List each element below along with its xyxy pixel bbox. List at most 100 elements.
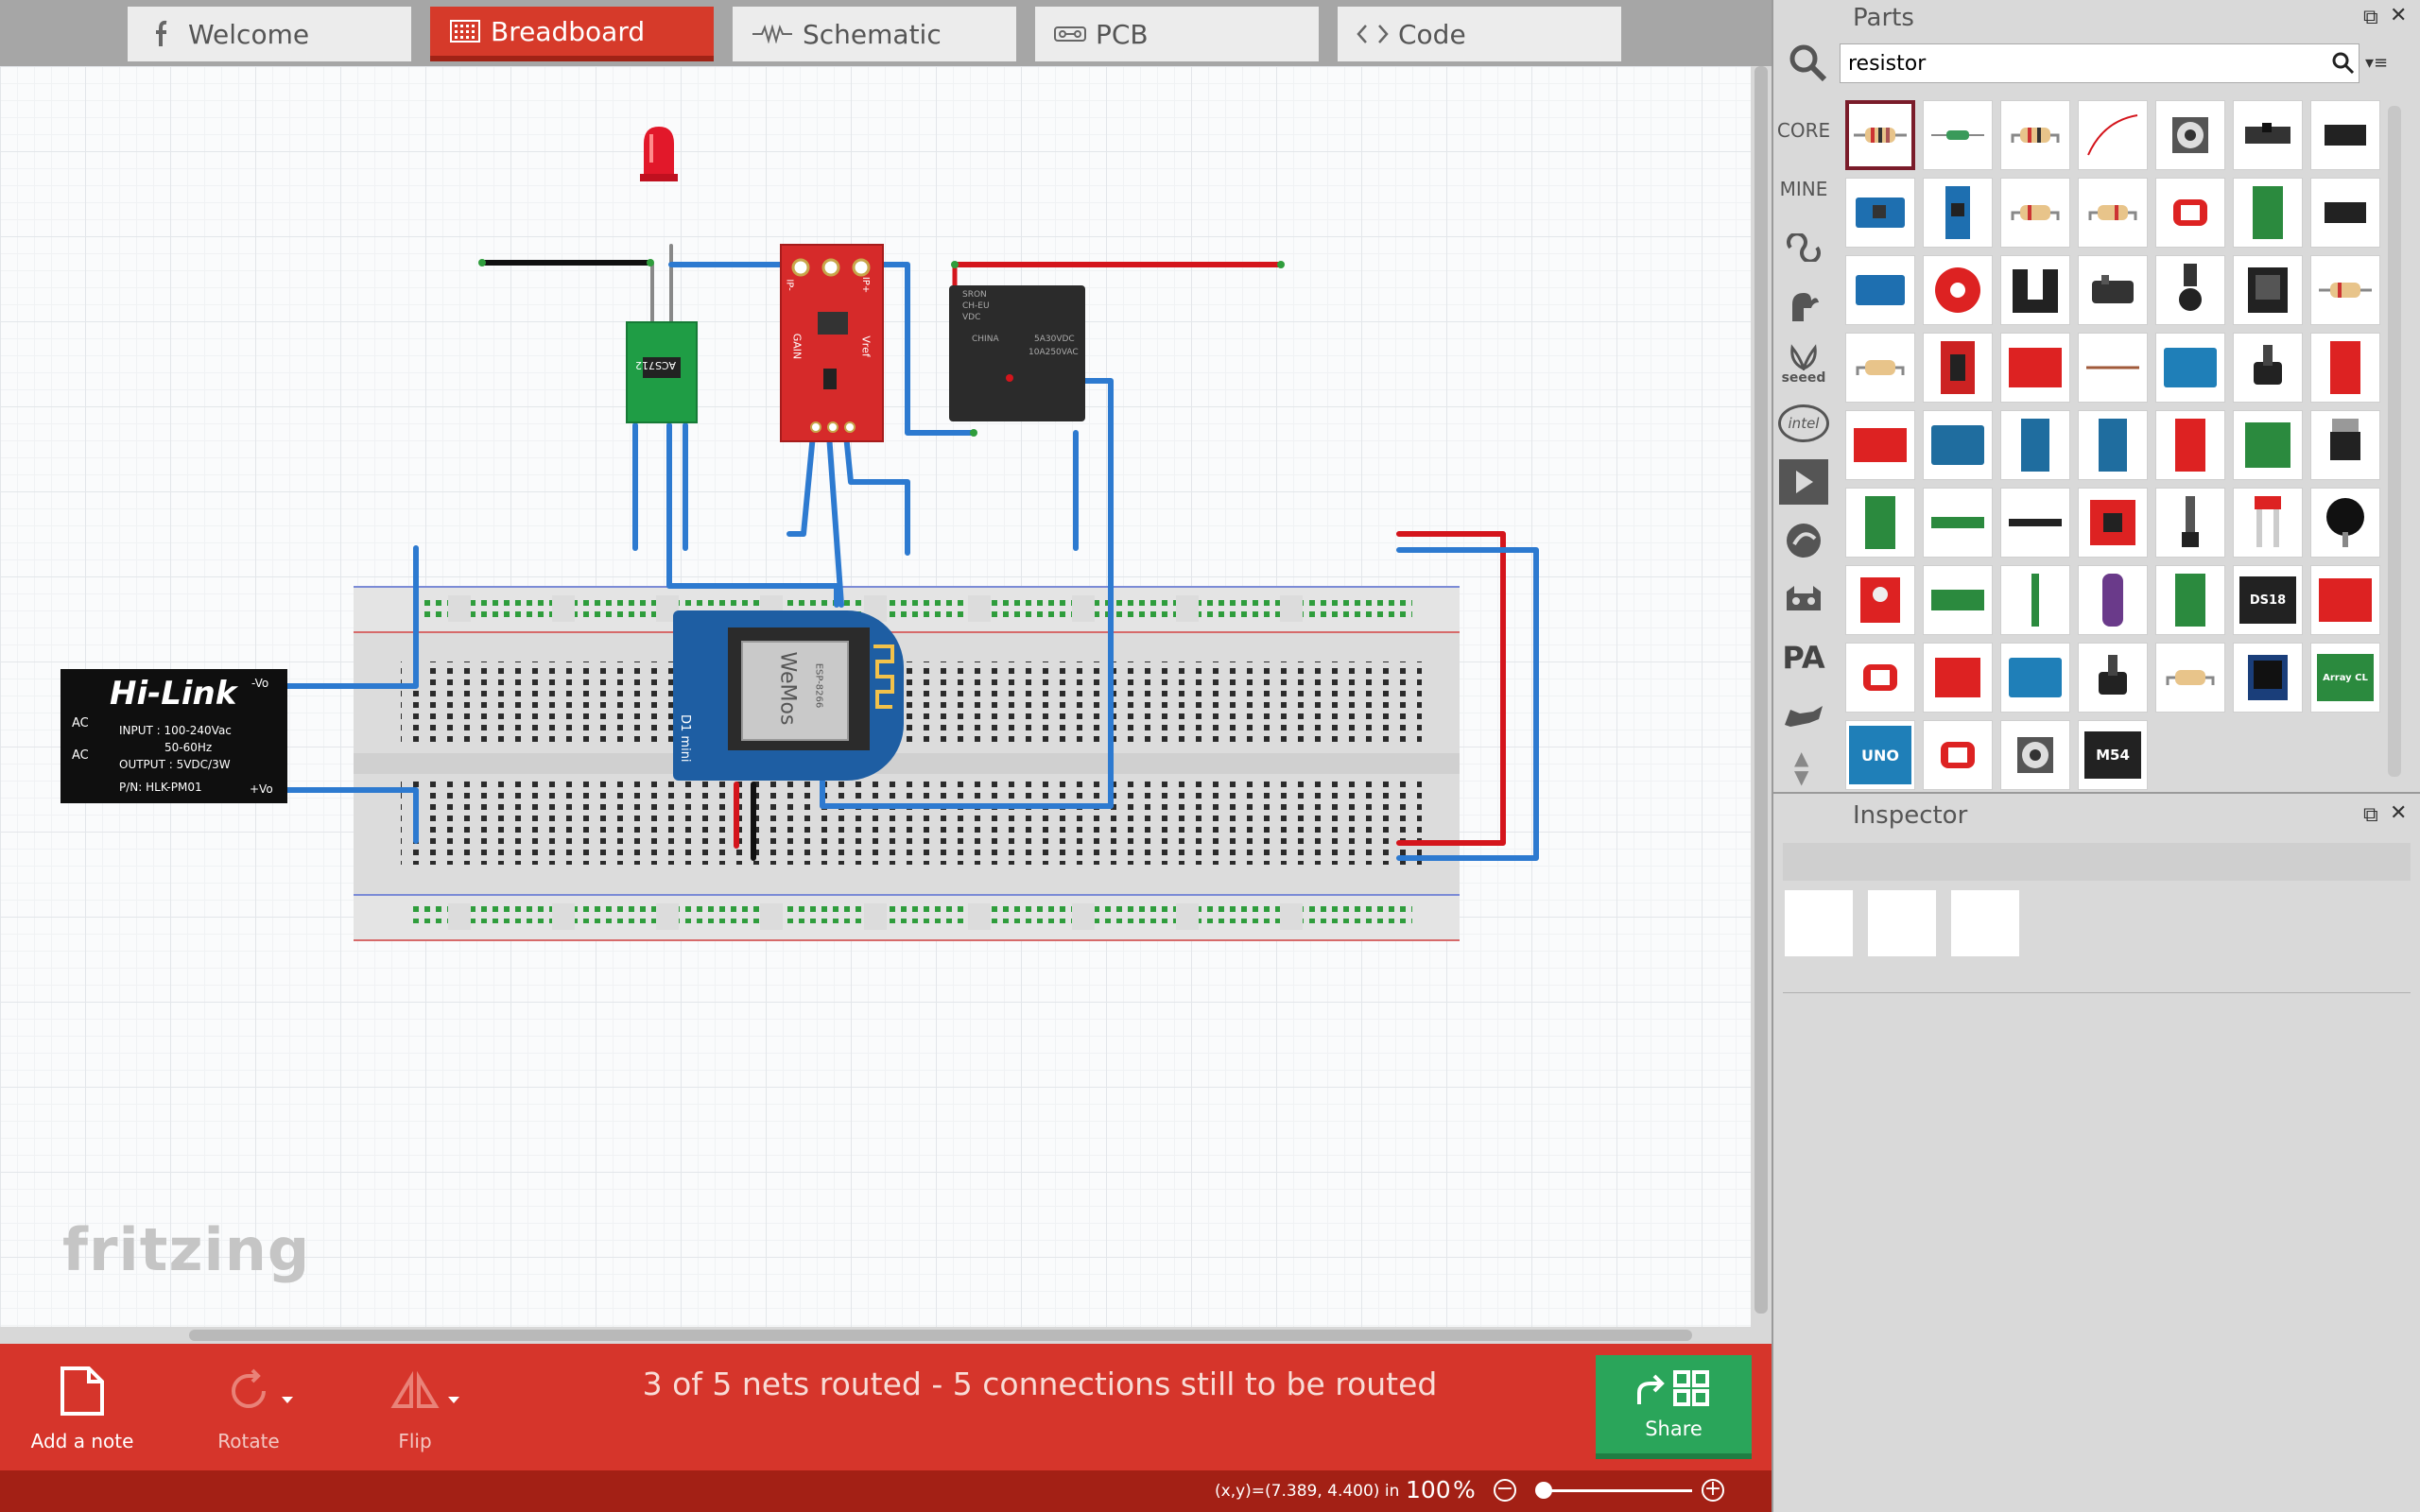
wire-amp-a[interactable]	[786, 432, 816, 537]
part-potentiometer-2[interactable]	[2000, 720, 2070, 790]
part-green-thin[interactable]	[2000, 565, 2070, 635]
part-red-square-board[interactable]	[2078, 488, 2148, 558]
rotate-button[interactable]: Rotate	[178, 1353, 320, 1462]
bin-intel[interactable]: intel	[1777, 397, 1830, 450]
wire-amp-c[interactable]	[843, 432, 910, 556]
flip-dropdown-arrow-icon[interactable]	[448, 1397, 459, 1403]
part-red-ring[interactable]	[1923, 255, 1993, 325]
part-blue-mini-2[interactable]	[2078, 410, 2148, 480]
part-resistor-3[interactable]	[2000, 178, 2070, 248]
zoom-value[interactable]: 100	[1406, 1476, 1451, 1503]
part-wire-brown[interactable]	[2078, 333, 2148, 403]
part-black-module-2[interactable]	[2310, 178, 2380, 248]
search-icon[interactable]	[2331, 51, 2356, 76]
hi-link-power-module[interactable]: Hi-Link AC AC INPUT : 100-240Vac 50-60Hz…	[60, 669, 287, 803]
part-red-protoshield[interactable]	[2310, 565, 2380, 635]
part-blue-board-1[interactable]	[1845, 178, 1915, 248]
tab-schematic[interactable]: Schematic	[733, 7, 1016, 61]
arduino-bin-icon[interactable]	[1777, 221, 1830, 274]
dog-bin-icon[interactable]	[1777, 690, 1830, 743]
part-green-board-3[interactable]	[1845, 488, 1915, 558]
wire-psu-minus[interactable]	[273, 545, 419, 689]
part-ds18-sensor[interactable]: DS18	[2233, 565, 2303, 635]
part-joystick-2[interactable]	[2078, 643, 2148, 713]
part-red-breakout[interactable]	[1923, 643, 1993, 713]
part-green-board-4[interactable]	[2155, 565, 2225, 635]
routing-status-text[interactable]: 3 of 5 nets routed - 5 connections still…	[567, 1366, 1512, 1402]
sparkfun-bin-icon[interactable]	[1777, 280, 1830, 333]
canvas-horizontal-scrollbar[interactable]	[0, 1327, 1772, 1344]
red-led[interactable]	[638, 125, 685, 191]
part-flex-wire[interactable]	[2078, 100, 2148, 170]
add-note-button[interactable]: Add a note	[11, 1353, 153, 1462]
part-black-module[interactable]	[2310, 100, 2380, 170]
part-purple-board[interactable]	[2078, 565, 2148, 635]
wemos-d1-mini-board[interactable]: WeMos ESP-8266 D1 mini	[673, 610, 904, 781]
part-arduino-3[interactable]	[2000, 643, 2070, 713]
part-fsr-2[interactable]	[1845, 643, 1915, 713]
part-red-shield-2[interactable]	[1845, 410, 1915, 480]
parts-grid-scrollbar[interactable]	[2388, 106, 2401, 777]
part-black-sensor[interactable]	[2233, 255, 2303, 325]
part-blue-board-3[interactable]	[1845, 255, 1915, 325]
animal-bin-icon[interactable]	[1777, 573, 1830, 626]
part-potentiometer[interactable]	[2155, 100, 2225, 170]
part-fsr-sensor[interactable]	[2155, 178, 2225, 248]
relay-module[interactable]: SRON CH-EU VDC CHINA 5A30VDC 10A250VAC	[949, 285, 1085, 421]
play-bin-icon[interactable]	[1777, 455, 1830, 508]
bin-core[interactable]: CORE	[1777, 104, 1830, 157]
part-arduino-1[interactable]	[2155, 333, 2225, 403]
part-green-board-2[interactable]	[2233, 410, 2303, 480]
part-resistor-2[interactable]	[2000, 100, 2070, 170]
flip-button[interactable]: Flip	[344, 1353, 486, 1462]
part-array-board[interactable]: Array CL	[2310, 643, 2380, 713]
bin-pa[interactable]: PA	[1777, 631, 1830, 684]
zoom-in-icon[interactable]: +	[1702, 1479, 1724, 1502]
part-arduino-uno[interactable]: UNO	[1845, 720, 1915, 790]
part-arduino-2[interactable]	[1923, 410, 1993, 480]
tab-pcb[interactable]: PCB	[1035, 7, 1319, 61]
horizontal-scroll-thumb[interactable]	[189, 1330, 1692, 1341]
parts-float-icon[interactable]: ⧉	[2363, 6, 2378, 29]
breadboard-canvas[interactable]: ACS712 GAIN Vref IP- IP+ SRON CH-EU VDC …	[0, 66, 1751, 1327]
acs712-current-sensor[interactable]: ACS712	[626, 321, 698, 423]
part-red-sensor-2[interactable]	[1845, 565, 1915, 635]
part-resistor-selected[interactable]	[1845, 100, 1915, 170]
wire-psu-plus[interactable]	[273, 787, 419, 844]
tab-welcome[interactable]: Welcome	[128, 7, 411, 61]
tab-breadboard[interactable]: Breadboard	[430, 7, 714, 61]
part-soil-sensor[interactable]	[2233, 488, 2303, 558]
zoom-out-icon[interactable]: −	[1494, 1479, 1516, 1502]
parts-search-bin-icon[interactable]	[1787, 42, 1828, 87]
part-motor[interactable]	[2078, 255, 2148, 325]
part-slide-switch[interactable]	[2233, 100, 2303, 170]
inspector-close-icon[interactable]: ✕	[2390, 801, 2407, 825]
blue-rail-jumper[interactable]	[1396, 547, 1539, 861]
part-slide-pot[interactable]	[2155, 488, 2225, 558]
zoom-slider[interactable]	[1536, 1489, 1692, 1492]
part-green-strip[interactable]	[1923, 488, 1993, 558]
part-blue-mini-1[interactable]	[2000, 410, 2070, 480]
part-red-board-small[interactable]	[2310, 333, 2380, 403]
part-buzzer[interactable]	[2310, 488, 2380, 558]
snootlab-bin-icon[interactable]	[1777, 514, 1830, 567]
part-green-board-1[interactable]	[2233, 178, 2303, 248]
part-resistor-7[interactable]	[2155, 643, 2225, 713]
part-resistor-4[interactable]	[2078, 178, 2148, 248]
canvas-vertical-scrollbar[interactable]	[1751, 66, 1772, 1327]
part-resistor-5[interactable]	[2310, 255, 2380, 325]
red-rail-jumper[interactable]	[1396, 531, 1506, 846]
part-blue-board-2[interactable]	[1923, 178, 1993, 248]
vertical-scroll-thumb[interactable]	[1754, 66, 1768, 1314]
part-resistor-6[interactable]	[1845, 333, 1915, 403]
part-rotary-pot[interactable]	[2155, 255, 2225, 325]
part-red-shield[interactable]	[2000, 333, 2070, 403]
rotate-dropdown-arrow-icon[interactable]	[282, 1397, 293, 1403]
part-m54-chip[interactable]: M54	[2078, 720, 2148, 790]
zoom-slider-knob[interactable]	[1535, 1482, 1552, 1499]
bin-seeed[interactable]: seeed	[1777, 338, 1830, 391]
part-header-strip[interactable]	[2000, 488, 2070, 558]
part-sd-module[interactable]	[2233, 643, 2303, 713]
inspector-float-icon[interactable]: ⧉	[2363, 803, 2378, 827]
parts-close-icon[interactable]: ✕	[2390, 4, 2407, 27]
